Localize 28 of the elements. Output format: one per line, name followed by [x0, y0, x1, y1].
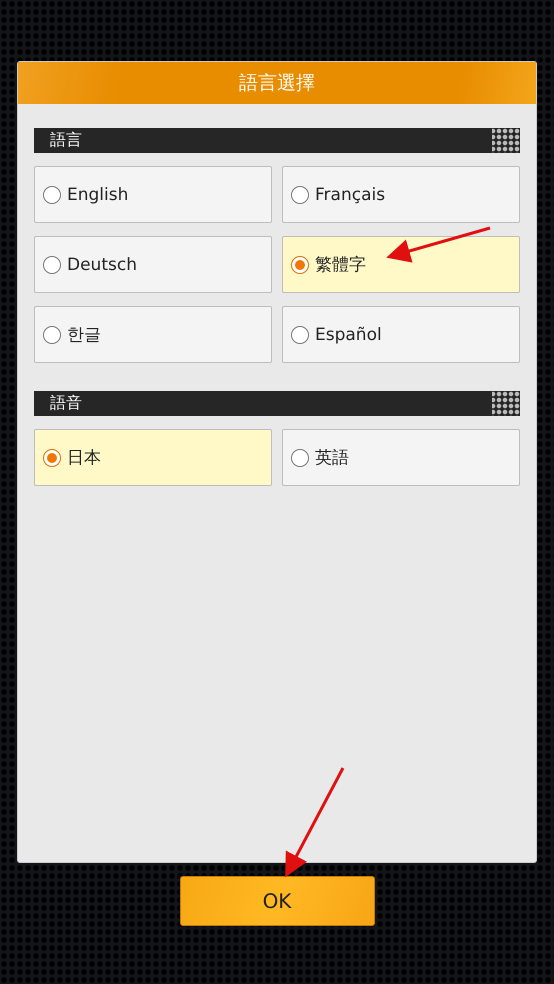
option-label: 繁體字 [315, 254, 366, 276]
radio-button[interactable] [43, 186, 61, 204]
option-label: 한글 [67, 324, 101, 346]
language-option[interactable]: English [34, 166, 272, 223]
language-option[interactable]: Español [282, 306, 520, 363]
radio-button[interactable] [43, 326, 61, 344]
radio-button[interactable] [291, 256, 309, 274]
radio-button[interactable] [43, 448, 61, 466]
language-option[interactable]: Français [282, 166, 520, 223]
option-label: Español [315, 324, 382, 344]
radio-button[interactable] [291, 186, 309, 204]
option-label: Deutsch [67, 254, 137, 274]
option-label: 日本 [67, 447, 101, 469]
language-option[interactable]: Deutsch [34, 236, 272, 293]
radio-button[interactable] [291, 448, 309, 466]
ok-button[interactable]: OK [180, 876, 374, 926]
language-option[interactable]: 日本 [34, 429, 272, 486]
option-label: Français [315, 184, 386, 204]
language-option[interactable]: 한글 [34, 306, 272, 363]
option-label: English [67, 184, 128, 204]
radio-button[interactable] [43, 256, 61, 274]
dialog-title: 語言選擇 [239, 71, 315, 96]
section-title: 語言 [50, 130, 82, 151]
radio-button[interactable] [291, 326, 309, 344]
language-option[interactable]: 英語 [282, 429, 520, 486]
section-title: 語音 [50, 393, 82, 414]
language-option[interactable]: 繁體字 [282, 236, 520, 293]
option-label: 英語 [315, 447, 349, 469]
